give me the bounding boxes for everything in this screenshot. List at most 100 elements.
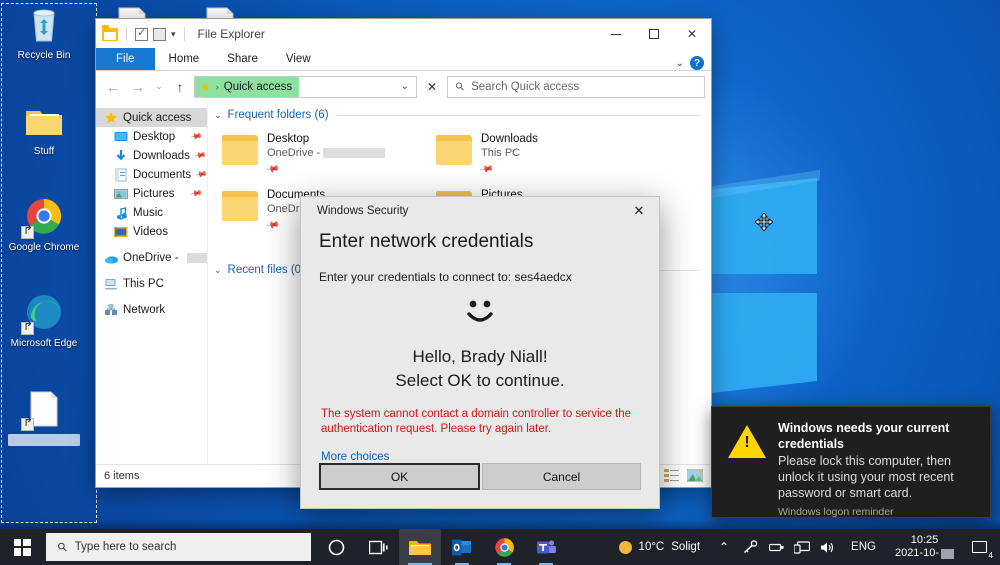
- weather-widget[interactable]: 10°C Soligt: [609, 540, 710, 554]
- chevron-up-icon[interactable]: ⌃: [712, 529, 736, 565]
- start-button[interactable]: [0, 529, 44, 565]
- dialog-buttons[interactable]: OK Cancel: [301, 463, 659, 508]
- tab-view[interactable]: View: [272, 48, 325, 70]
- maximize-button[interactable]: [635, 19, 673, 49]
- usb-icon[interactable]: [764, 529, 788, 565]
- nav-item-pictures[interactable]: Pictures 📌: [96, 184, 207, 203]
- file-explorer-icon[interactable]: [399, 529, 441, 565]
- windows-security-dialog[interactable]: Windows Security ✕ Enter network credent…: [300, 196, 660, 509]
- clock[interactable]: 10:25 2021-10-: [887, 534, 962, 560]
- chevron-down-icon[interactable]: ▾: [171, 29, 176, 40]
- search-icon: ⚲: [54, 538, 71, 556]
- pin-icon[interactable]: 📌: [265, 218, 280, 233]
- breadcrumb-label: Quick access: [223, 80, 293, 93]
- large-icons-view-button[interactable]: [686, 468, 704, 483]
- action-center-icon[interactable]: 4: [964, 529, 994, 565]
- folder-location-text: OneDrive -: [267, 147, 321, 159]
- pin-icon[interactable]: 📌: [194, 168, 207, 181]
- teams-icon[interactable]: [525, 529, 567, 565]
- taskbar-app-icons[interactable]: [315, 529, 567, 565]
- ok-button[interactable]: OK: [319, 463, 480, 490]
- nav-item-this-pc[interactable]: This PC: [96, 274, 207, 293]
- window-controls[interactable]: ✕: [597, 19, 711, 49]
- remote-desktop-icon[interactable]: [790, 529, 814, 565]
- taskbar-search-box[interactable]: ⚲ Type here to search: [46, 533, 311, 561]
- chrome-icon[interactable]: [483, 529, 525, 565]
- group-divider: [334, 114, 701, 116]
- qat-divider-2: [183, 27, 185, 41]
- cancel-button[interactable]: Cancel: [482, 463, 641, 490]
- breadcrumb-quick-access[interactable]: ★ › Quick access: [195, 76, 300, 97]
- dialog-close-button[interactable]: ✕: [619, 197, 659, 225]
- nav-item-quick-access[interactable]: Quick access: [96, 108, 207, 127]
- recent-files-label: Recent files (0): [227, 264, 305, 276]
- pin-icon[interactable]: 📌: [193, 149, 206, 162]
- nav-item-music[interactable]: Music: [96, 203, 207, 222]
- nav-item-label: Desktop: [133, 130, 176, 143]
- chrome-icon: [21, 196, 65, 239]
- tab-file[interactable]: File: [96, 48, 155, 70]
- nav-item-videos[interactable]: Videos: [96, 222, 207, 241]
- new-folder-icon[interactable]: [153, 27, 166, 41]
- folder-icon: [436, 135, 472, 165]
- tab-share[interactable]: Share: [213, 48, 272, 70]
- view-buttons[interactable]: [664, 468, 704, 483]
- outlook-icon[interactable]: [441, 529, 483, 565]
- back-button[interactable]: ←: [102, 79, 124, 95]
- documents-icon: [114, 168, 128, 182]
- chevron-down-icon[interactable]: ⌄: [214, 110, 222, 121]
- toast-body-text: Please lock this computer, then unlock i…: [778, 454, 954, 500]
- system-tray[interactable]: 10°C Soligt ⌃ ENG 10:25 2021-10- 4: [609, 529, 1000, 565]
- volume-icon[interactable]: [816, 529, 840, 565]
- notification-toast[interactable]: ! Windows needs your current credentials…: [711, 406, 991, 518]
- up-button[interactable]: ↑: [169, 79, 191, 95]
- minimize-button[interactable]: [597, 19, 635, 49]
- folder-item[interactable]: Desktop OneDrive - 📌: [222, 129, 436, 179]
- wallpaper-pane-bottom-left: [712, 293, 817, 393]
- recent-locations-icon[interactable]: ⌄: [152, 81, 166, 92]
- tab-home[interactable]: Home: [155, 48, 214, 70]
- network-key-icon[interactable]: [738, 529, 762, 565]
- ribbon-tabs[interactable]: File Home Share View ⌄ ?: [96, 48, 711, 71]
- help-icon[interactable]: ?: [690, 56, 704, 70]
- nav-item-documents[interactable]: Documents 📌: [96, 165, 208, 184]
- more-choices-link[interactable]: More choices: [301, 437, 659, 463]
- navigation-pane[interactable]: Quick access Desktop 📌 Downloads 📌 Documents 📌…: [96, 102, 208, 464]
- pin-icon[interactable]: 📌: [189, 130, 202, 143]
- this-pc-icon: [104, 277, 118, 291]
- nav-item-label-redacted: [186, 252, 207, 263]
- nav-item-onedrive[interactable]: OneDrive -: [96, 248, 207, 267]
- nav-item-network[interactable]: Network: [96, 300, 207, 319]
- refresh-stop-button[interactable]: ✕: [420, 80, 444, 94]
- forward-button[interactable]: →: [127, 79, 149, 95]
- dialog-heading: Enter network credentials: [319, 231, 534, 252]
- properties-icon[interactable]: [135, 26, 148, 41]
- quick-access-toolbar[interactable]: ▾: [102, 24, 188, 41]
- desktop-icon: [114, 130, 128, 144]
- address-field[interactable]: ★ › Quick access ⌄: [194, 75, 417, 98]
- ribbon-expand-icon[interactable]: ⌄: [676, 58, 684, 69]
- nav-item-desktop[interactable]: Desktop 📌: [96, 127, 207, 146]
- address-dropdown-icon[interactable]: ⌄: [401, 81, 416, 92]
- cortana-icon[interactable]: [315, 529, 357, 565]
- nav-item-label: Pictures: [133, 187, 175, 200]
- explorer-titlebar[interactable]: ▾ File Explorer ✕: [96, 19, 711, 49]
- sun-icon: [618, 540, 632, 554]
- chevron-down-icon[interactable]: ⌄: [214, 265, 222, 276]
- dialog-titlebar: Windows Security ✕: [301, 197, 659, 225]
- taskbar[interactable]: ⚲ Type here to search 10°C Soligt ⌃ ENG …: [0, 529, 1000, 565]
- pin-icon[interactable]: 📌: [479, 162, 494, 177]
- language-indicator[interactable]: ENG: [842, 541, 885, 553]
- close-button[interactable]: ✕: [673, 19, 711, 49]
- nav-item-downloads[interactable]: Downloads 📌: [96, 146, 207, 165]
- search-box[interactable]: ⚲ Search Quick access: [447, 75, 705, 98]
- window-title: File Explorer: [197, 27, 265, 41]
- address-bar[interactable]: ← → ⌄ ↑ ★ › Quick access ⌄ ✕ ⚲ Search Qu…: [96, 71, 711, 102]
- task-view-icon[interactable]: [357, 529, 399, 565]
- breadcrumb-separator: ›: [215, 81, 219, 92]
- details-view-button[interactable]: [664, 469, 680, 483]
- folder-item[interactable]: Downloads This PC 📌: [436, 129, 650, 179]
- pin-icon[interactable]: 📌: [265, 162, 280, 177]
- frequent-folders-header[interactable]: ⌄ Frequent folders (6): [208, 102, 711, 123]
- pin-icon[interactable]: 📌: [189, 187, 202, 200]
